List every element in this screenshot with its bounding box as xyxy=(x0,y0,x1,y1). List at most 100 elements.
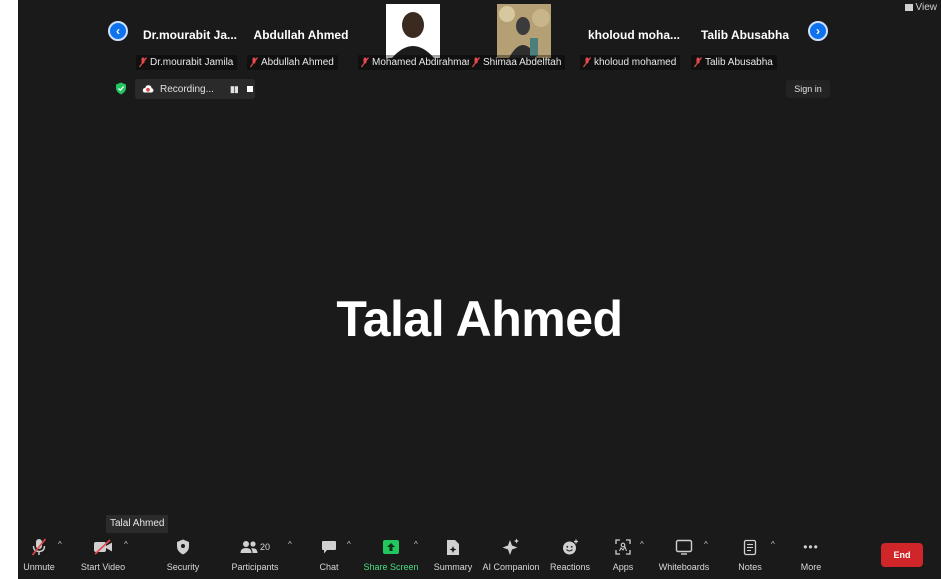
share-screen-label: Share Screen xyxy=(363,562,419,572)
participants-icon xyxy=(240,541,258,553)
participant-display-name: Abdullah Ahmed xyxy=(253,28,349,42)
whiteboard-icon xyxy=(675,539,693,555)
unmute-button[interactable]: Unmute xyxy=(20,536,58,576)
participants-options-chevron-icon[interactable]: ^ xyxy=(288,540,292,549)
participant-tile[interactable]: Mohamed Abdirahman xyxy=(358,4,477,70)
participant-display-name: Talib Abusabha xyxy=(700,28,789,42)
participants-label: Participants xyxy=(231,562,279,572)
video-camera-off-icon xyxy=(94,539,112,555)
start-video-button[interactable]: Start Video xyxy=(78,536,128,576)
chevron-left-icon: ‹ xyxy=(116,24,120,38)
ai-sparkle-icon xyxy=(502,538,519,555)
participant-tag-label: Mohamed Abdirahman xyxy=(372,57,473,68)
reactions-button[interactable]: Reactions xyxy=(549,536,591,576)
share-options-chevron-icon[interactable]: ^ xyxy=(414,540,418,549)
next-page-button[interactable]: › xyxy=(808,21,828,41)
encryption-shield-icon[interactable] xyxy=(115,82,127,95)
active-speaker-name: Talal Ahmed xyxy=(336,291,623,347)
participant-name-tag: Mohamed Abdirahman xyxy=(358,55,477,70)
participant-tile[interactable]: Talib Abusabha Talib Abusabha xyxy=(691,4,799,70)
reactions-label: Reactions xyxy=(549,562,591,572)
participant-name-tag: Abdullah Ahmed xyxy=(247,55,338,70)
mic-muted-icon xyxy=(583,57,591,68)
chat-options-chevron-icon[interactable]: ^ xyxy=(347,540,351,549)
apps-button[interactable]: Apps xyxy=(608,536,638,576)
security-label: Security xyxy=(166,562,200,572)
ai-companion-label: AI Companion xyxy=(482,562,540,572)
share-screen-arrow-icon xyxy=(383,540,399,554)
summary-document-icon xyxy=(447,539,459,555)
more-label: More xyxy=(800,562,822,572)
participant-name-tag: Shimaa Abdelftah xyxy=(469,55,566,70)
chat-bubble-icon xyxy=(322,540,336,553)
end-meeting-button[interactable]: End xyxy=(881,543,923,567)
participant-tile[interactable]: Dr.mourabit Ja... Dr.mourabit Jamila xyxy=(136,4,244,70)
person-photo-icon xyxy=(386,4,440,58)
participant-tile[interactable]: Abdullah Ahmed Abdullah Ahmed xyxy=(247,4,355,70)
security-shield-icon xyxy=(177,539,189,555)
chat-button[interactable]: Chat xyxy=(314,536,344,576)
participant-name-tag: Talib Abusabha xyxy=(691,55,777,70)
participant-video xyxy=(386,4,440,58)
more-dots-icon: ••• xyxy=(803,540,819,554)
meeting-toolbar: Unmute ^ Start Video ^ Security 20 Parti… xyxy=(18,534,941,579)
recording-indicator[interactable]: Recording... ▮▮ xyxy=(135,79,255,99)
emoji-reaction-icon xyxy=(562,539,578,555)
whiteboards-options-chevron-icon[interactable]: ^ xyxy=(704,540,708,549)
participant-tag-label: Dr.mourabit Jamila xyxy=(150,57,234,68)
participant-display-name: kholoud moha... xyxy=(588,28,680,42)
stop-recording-icon[interactable] xyxy=(246,86,253,92)
recording-label: Recording... xyxy=(160,83,214,95)
participant-tile[interactable]: kholoud moha... kholoud mohamed xyxy=(580,4,688,70)
participant-name-tag: kholoud mohamed xyxy=(580,55,681,70)
participant-tag-label: Shimaa Abdelftah xyxy=(483,57,562,68)
participant-display-name: Dr.mourabit Ja... xyxy=(142,28,238,42)
view-button-label: View xyxy=(915,2,938,13)
participants-count-badge: 20 xyxy=(259,542,270,552)
previous-page-button[interactable]: ‹ xyxy=(108,21,128,41)
participant-strip: ‹ Dr.mourabit Ja... Dr.mourabit Jamila A… xyxy=(18,0,941,72)
participant-tag-label: Abdullah Ahmed xyxy=(261,57,334,68)
participant-tile[interactable]: Shimaa Abdelftah xyxy=(469,4,577,70)
person-photo-icon xyxy=(497,4,551,58)
mic-muted-icon xyxy=(139,57,147,68)
unmute-label: Unmute xyxy=(23,562,55,572)
whiteboards-button[interactable]: Whiteboards xyxy=(658,536,710,576)
apps-label: Apps xyxy=(612,562,634,572)
grid-view-icon xyxy=(904,4,913,11)
mic-muted-icon xyxy=(250,57,258,68)
notes-button[interactable]: Notes xyxy=(733,536,767,576)
summary-label: Summary xyxy=(433,562,473,572)
summary-button[interactable]: Summary xyxy=(433,536,473,576)
start-video-label: Start Video xyxy=(80,562,126,572)
participant-tag-label: kholoud mohamed xyxy=(594,57,677,68)
notes-icon xyxy=(743,539,757,555)
apps-grid-icon xyxy=(615,539,631,555)
more-button[interactable]: ••• More xyxy=(796,536,826,576)
participant-name-tag: Dr.mourabit Jamila xyxy=(136,55,238,70)
pause-recording-icon[interactable]: ▮▮ xyxy=(230,84,239,95)
chat-label: Chat xyxy=(319,562,339,572)
microphone-muted-icon xyxy=(31,538,47,556)
cloud-recording-icon xyxy=(142,85,154,93)
whiteboards-label: Whiteboards xyxy=(658,562,710,572)
sign-in-button[interactable]: Sign in xyxy=(786,80,830,98)
participant-video xyxy=(497,4,551,58)
view-button[interactable]: View xyxy=(904,2,938,13)
participants-button[interactable]: 20 Participants xyxy=(227,536,283,576)
mic-muted-icon xyxy=(361,57,369,68)
apps-options-chevron-icon[interactable]: ^ xyxy=(640,540,644,549)
notes-options-chevron-icon[interactable]: ^ xyxy=(771,540,775,549)
speaker-tooltip: Talal Ahmed xyxy=(106,515,169,533)
video-options-chevron-icon[interactable]: ^ xyxy=(124,540,128,549)
notes-label: Notes xyxy=(738,562,762,572)
audio-options-chevron-icon[interactable]: ^ xyxy=(58,540,62,549)
ai-companion-button[interactable]: AI Companion xyxy=(481,536,541,576)
participant-tag-label: Talib Abusabha xyxy=(705,57,773,68)
zoom-meeting-window: ‹ Dr.mourabit Ja... Dr.mourabit Jamila A… xyxy=(18,0,941,579)
mic-muted-icon xyxy=(694,57,702,68)
security-button[interactable]: Security xyxy=(161,536,205,576)
share-screen-button[interactable]: Share Screen xyxy=(363,536,419,576)
chevron-right-icon: › xyxy=(816,24,820,38)
mic-muted-icon xyxy=(472,57,480,68)
